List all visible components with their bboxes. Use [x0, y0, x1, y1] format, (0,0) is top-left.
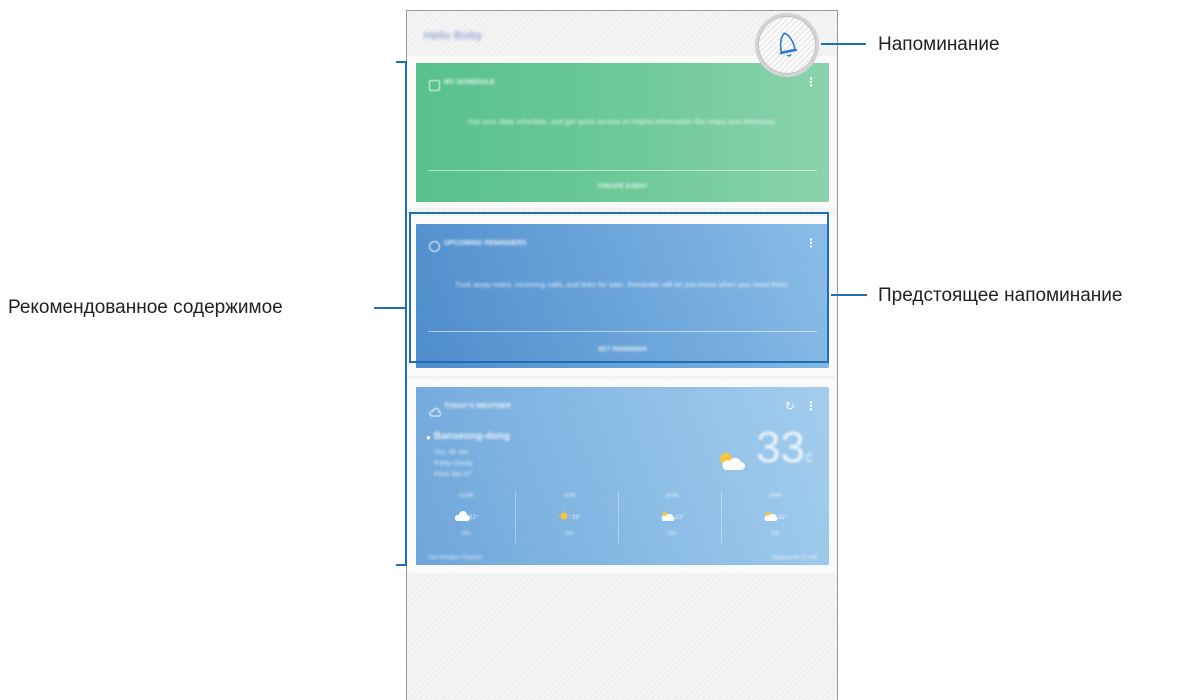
weather-location: Banseong-dong	[434, 431, 511, 442]
upcoming-reminder-highlight	[409, 212, 829, 363]
hourly-forecast: 11AM 32° 0%	[416, 487, 516, 547]
hour-time: 3PM	[665, 493, 679, 499]
partly-cloudy-icon	[716, 450, 746, 477]
svg-text:33°: 33°	[675, 515, 685, 521]
weather-card[interactable]: TODAY'S WEATHER ↻ ⋮ ● Banseong-dong Thu,…	[416, 387, 829, 565]
calendar-icon	[429, 80, 440, 91]
recommended-content-callout-line	[374, 307, 406, 309]
reminder-label: Напоминание	[878, 34, 1000, 55]
reminder-callout-line	[821, 43, 866, 45]
bracket-bottom	[396, 564, 407, 566]
schedule-card[interactable]: MY SCHEDULE ⋮ Get your daily schedule, a…	[416, 63, 829, 202]
card-title: MY SCHEDULE	[444, 79, 495, 86]
upcoming-reminder-callout-line	[831, 294, 867, 296]
recommended-content-bracket	[405, 61, 407, 566]
weather-updated: Updated 04:15 PM	[771, 555, 817, 561]
card-body: Get your daily schedule, and get quick a…	[468, 117, 777, 126]
hour-rain: 0%	[461, 531, 471, 537]
screen-header: Hello Bixby	[424, 30, 483, 42]
weather-source: The Weather Channel	[428, 555, 482, 561]
weather-condition: Partly Cloudy	[434, 460, 473, 467]
weather-feels-like: Feels like 37°	[434, 471, 474, 478]
card-title: TODAY'S WEATHER	[444, 403, 511, 410]
svg-text:31°: 31°	[778, 515, 788, 521]
hour-rain: 0%	[564, 531, 574, 537]
more-options-icon[interactable]: ⋮	[805, 399, 817, 413]
hourly-forecast: 5PM 31° 0%	[725, 487, 825, 547]
refresh-icon[interactable]: ↻	[785, 399, 795, 413]
hour-time: 5PM	[768, 493, 782, 499]
cloud-icon: 32°	[416, 509, 516, 525]
hourly-forecast: 1PM 35° 0%	[519, 487, 619, 547]
hourly-forecast: 3PM 33° 0%	[622, 487, 722, 547]
more-options-icon[interactable]: ⋮	[805, 75, 817, 89]
svg-text:35°: 35°	[572, 515, 582, 521]
moon-cloud-icon: 31°	[725, 509, 825, 525]
weather-temperature: 33c	[756, 423, 813, 472]
bracket-top	[396, 61, 407, 63]
location-pin-icon: ●	[426, 433, 431, 442]
hour-rain: 0%	[667, 531, 677, 537]
weather-date: Thu, 05 Jan	[434, 449, 469, 456]
hour-rain: 0%	[770, 531, 780, 537]
sun-icon: 35°	[519, 509, 619, 525]
moon-cloud-icon: 33°	[622, 509, 722, 525]
hour-time: 11AM	[458, 493, 474, 499]
card-divider	[428, 170, 817, 171]
hour-time: 1PM	[562, 493, 576, 499]
create-event-button[interactable]: CREATE EVENT	[416, 183, 829, 190]
recommended-content-label: Рекомендованное содержимое	[8, 297, 283, 318]
svg-text:32°: 32°	[469, 515, 479, 521]
reminder-button[interactable]	[755, 13, 819, 77]
cloud-icon	[429, 404, 442, 417]
upcoming-reminder-label: Предстоящее напоминание	[878, 285, 1123, 306]
bell-icon	[779, 32, 798, 57]
